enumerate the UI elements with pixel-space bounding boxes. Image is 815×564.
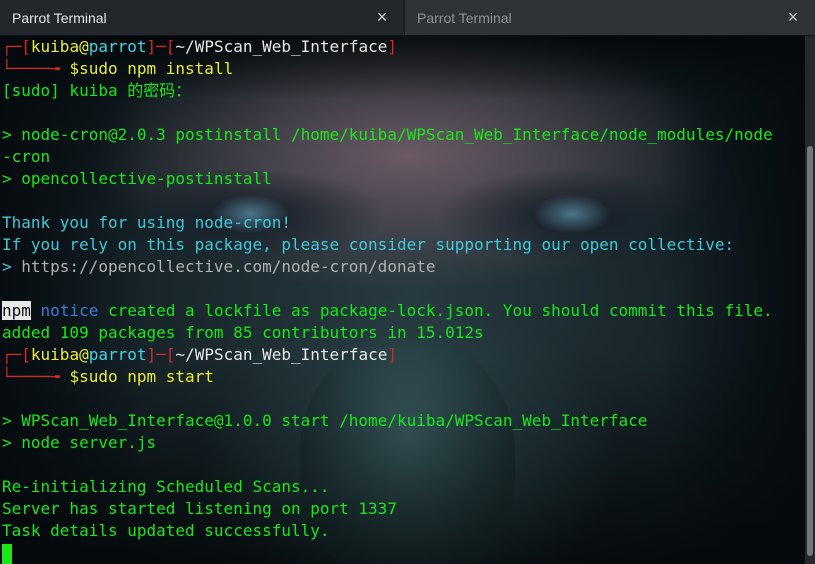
prompt-separator: ]─[ xyxy=(146,345,176,364)
output-line: Server has started listening on port 133… xyxy=(2,499,397,518)
donate-url: https://opencollective.com/node-cron/don… xyxy=(21,257,436,276)
scrollbar[interactable] xyxy=(805,36,815,564)
output-line: Re-initializing Scheduled Scans... xyxy=(2,477,330,496)
tab-parrot-terminal-1[interactable]: Parrot Terminal × xyxy=(0,0,405,35)
terminal-cursor xyxy=(2,543,12,564)
terminal-output[interactable]: ┌─[kuiba@parrot]─[~/WPScan_Web_Interface… xyxy=(0,36,805,564)
output-line: added 109 packages from 85 contributors … xyxy=(2,323,484,342)
tab-title: Parrot Terminal xyxy=(417,9,512,26)
notice-text: created a lockfile as package-lock.json.… xyxy=(98,301,773,320)
prompt-corner-top: ┌─[ xyxy=(2,37,31,56)
npm-notice-line: npm notice created a lockfile as package… xyxy=(2,300,773,322)
cursor-line xyxy=(2,542,773,564)
prompt-corner-top: ┌─[ xyxy=(2,345,31,364)
tab-bar: Parrot Terminal × Parrot Terminal × xyxy=(0,0,815,35)
close-icon[interactable]: × xyxy=(785,8,801,26)
donate-prefix: > xyxy=(2,257,22,276)
prompt-directory: ~/WPScan_Web_Interface xyxy=(175,37,388,56)
sudo-password-prompt: [sudo] kuiba 的密码： xyxy=(2,81,192,100)
tab-parrot-terminal-2[interactable]: Parrot Terminal × xyxy=(405,0,815,35)
command-text: sudo npm start xyxy=(79,367,214,386)
prompt-corner-bottom: └────╼ xyxy=(2,367,70,386)
prompt-separator: ]─[ xyxy=(146,37,176,56)
output-line: Thank you for using node-cron! xyxy=(2,213,291,232)
prompt-end: ] xyxy=(387,345,397,364)
prompt-dollar: $ xyxy=(69,59,80,78)
command-line: └────╼ $sudo npm start xyxy=(2,366,773,388)
terminal-window: Parrot Terminal × Parrot Terminal × ┌─[k… xyxy=(0,0,815,564)
output-line: > node-cron@2.0.3 postinstall /home/kuib… xyxy=(2,125,773,144)
command-text: sudo npm install xyxy=(79,59,234,78)
prompt-at: @ xyxy=(79,345,89,364)
npm-label: npm xyxy=(2,301,31,320)
command-line: └────╼ $sudo npm install xyxy=(2,58,773,80)
prompt-line: ┌─[kuiba@parrot]─[~/WPScan_Web_Interface… xyxy=(2,36,773,58)
prompt-corner-bottom: └────╼ xyxy=(2,59,70,78)
prompt-line: ┌─[kuiba@parrot]─[~/WPScan_Web_Interface… xyxy=(2,344,773,366)
output-line: > WPScan_Web_Interface@1.0.0 start /home… xyxy=(2,411,648,430)
prompt-end: ] xyxy=(387,37,397,56)
output-line: Task details updated successfully. xyxy=(2,521,330,540)
prompt-user: kuiba xyxy=(30,345,80,364)
output-line: > opencollective-postinstall xyxy=(2,169,272,188)
prompt-host: parrot xyxy=(88,37,147,56)
prompt-host: parrot xyxy=(88,345,147,364)
prompt-at: @ xyxy=(79,37,89,56)
terminal-lines: ┌─[kuiba@parrot]─[~/WPScan_Web_Interface… xyxy=(2,36,773,564)
scrollbar-thumb[interactable] xyxy=(807,146,813,556)
output-line: > node server.js xyxy=(2,433,157,452)
output-line: -cron xyxy=(2,147,51,166)
output-line: > https://opencollective.com/node-cron/d… xyxy=(2,256,773,278)
prompt-dollar: $ xyxy=(69,367,80,386)
prompt-user: kuiba xyxy=(30,37,80,56)
notice-label: notice xyxy=(40,301,99,320)
close-icon[interactable]: × xyxy=(374,8,390,26)
prompt-directory: ~/WPScan_Web_Interface xyxy=(175,345,388,364)
output-line: If you rely on this package, please cons… xyxy=(2,235,735,254)
tab-title: Parrot Terminal xyxy=(12,9,107,26)
